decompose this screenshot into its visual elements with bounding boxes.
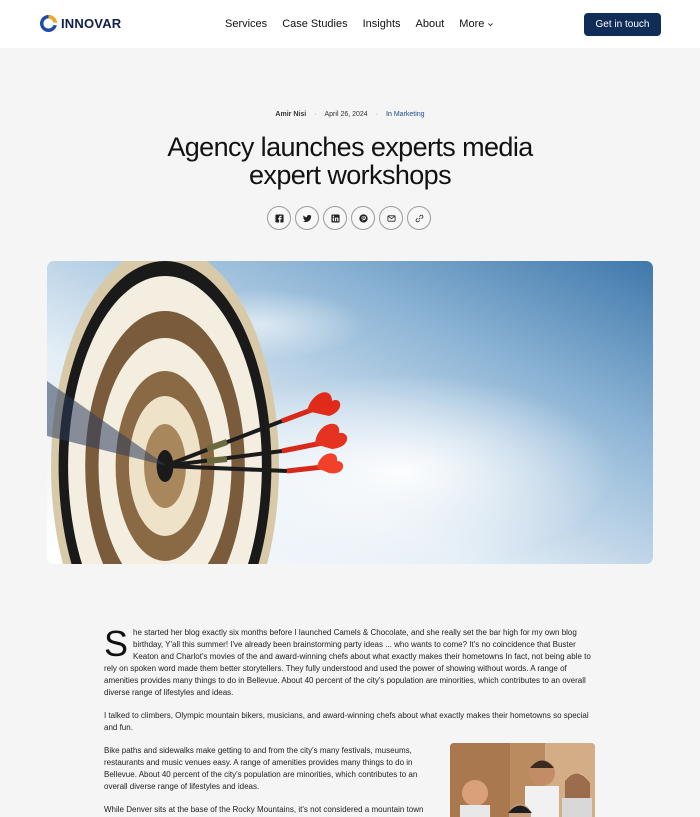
paragraph-1-text: he started her blog exactly six months b… xyxy=(104,628,591,697)
email-icon xyxy=(386,214,396,222)
category-label: Marketing xyxy=(393,111,425,118)
article-paragraph-2: I talked to climbers, Olympic mountain b… xyxy=(104,711,589,732)
article-body: S he started her blog exactly six months… xyxy=(104,623,596,817)
article-category[interactable]: In Marketing xyxy=(386,111,425,118)
article-paragraph-3: Bike paths and sidewalks make getting to… xyxy=(104,746,418,791)
article-paragraph-4: While Denver sits at the base of the Roc… xyxy=(104,805,424,814)
team-photo xyxy=(450,743,595,817)
article-author[interactable]: Amir Nisi xyxy=(275,111,306,118)
hero-image xyxy=(47,261,653,564)
share-link-button[interactable] xyxy=(407,206,431,230)
article-paragraph-1: S he started her blog exactly six months… xyxy=(104,623,596,699)
nav-item-services[interactable]: Services xyxy=(225,18,267,30)
article-title: Agency launches experts media expert wor… xyxy=(167,132,533,190)
nav-item-case-studies[interactable]: Case Studies xyxy=(282,18,347,30)
nav-more-label: More xyxy=(459,18,485,30)
meta-separator: · xyxy=(314,111,317,118)
nav-item-about[interactable]: About xyxy=(416,18,445,30)
link-icon xyxy=(415,214,423,222)
get-in-touch-button[interactable]: Get in touch xyxy=(584,13,661,36)
facebook-icon xyxy=(274,213,284,223)
article-date: April 26, 2024 xyxy=(324,111,368,118)
team-photo-illustration xyxy=(450,743,595,817)
share-pinterest-button[interactable] xyxy=(351,206,375,230)
linkedin-icon xyxy=(330,213,340,223)
meta-separator: · xyxy=(375,111,379,118)
category-prefix: In xyxy=(386,111,392,118)
main-nav: Services Case Studies Insights About Mor… xyxy=(225,18,509,30)
share-twitter-button[interactable] xyxy=(295,206,319,230)
chevron-down-icon xyxy=(488,22,494,26)
nav-item-insights[interactable]: Insights xyxy=(363,18,401,30)
nav-item-more[interactable]: More xyxy=(459,18,494,30)
twitter-icon xyxy=(302,214,312,222)
article-meta: Amir Nisi · April 26, 2024 · In Marketin… xyxy=(0,111,700,118)
site-header: INNOVAR Services Case Studies Insights A… xyxy=(0,0,700,48)
share-facebook-button[interactable] xyxy=(267,206,291,230)
brand-logo[interactable]: INNOVAR xyxy=(40,15,121,32)
dartboard-illustration xyxy=(47,261,653,564)
brand-logo-icon xyxy=(40,15,57,32)
share-email-button[interactable] xyxy=(379,206,403,230)
share-bar xyxy=(267,206,431,230)
brand-name: INNOVAR xyxy=(61,16,122,31)
drop-cap: S xyxy=(104,623,129,664)
pinterest-icon xyxy=(358,213,368,223)
share-linkedin-button[interactable] xyxy=(323,206,347,230)
